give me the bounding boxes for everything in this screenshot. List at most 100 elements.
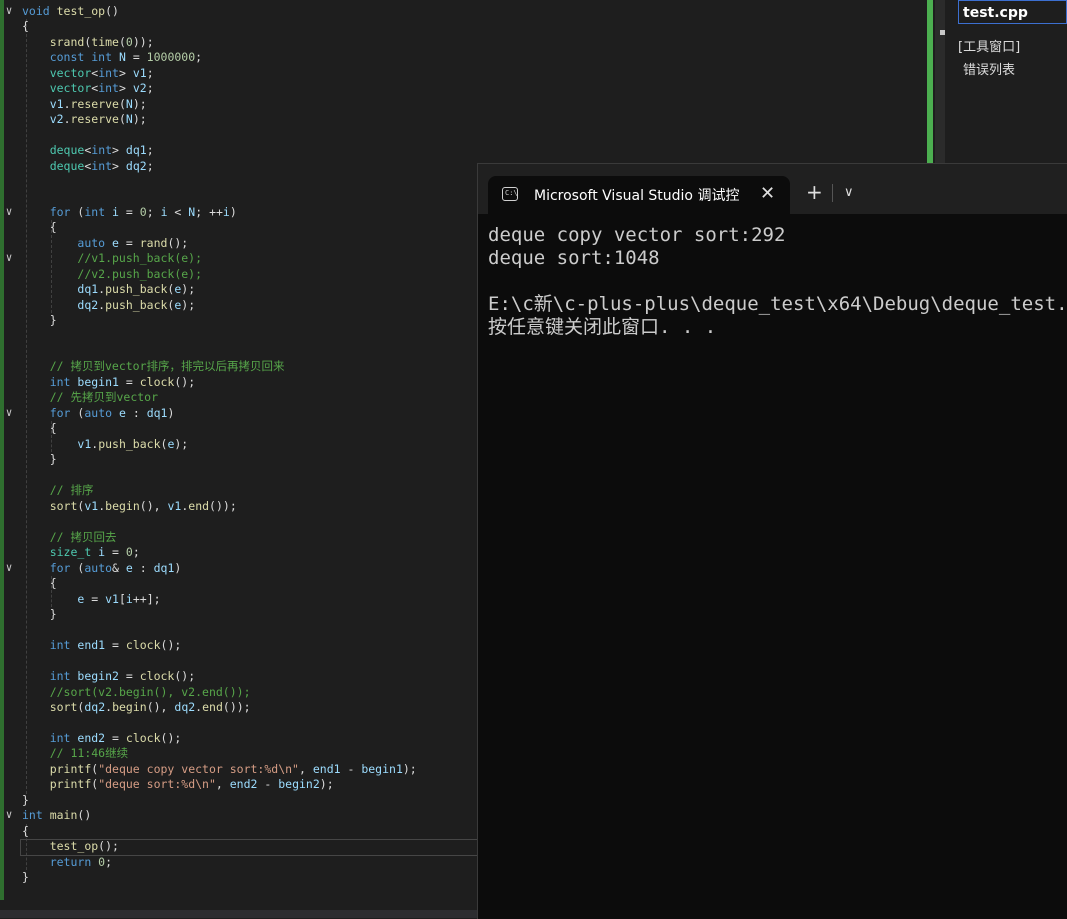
code-line[interactable]: sort(dq2.begin(), dq2.end()); xyxy=(22,700,251,715)
console-tab[interactable]: C:\ Microsoft Visual Studio 调试控 ✕ xyxy=(488,176,790,214)
code-line[interactable]: // 11:46继续 xyxy=(22,746,128,761)
code-token: } xyxy=(22,793,29,807)
code-line[interactable]: dq2.push_back(e); xyxy=(22,298,195,313)
code-token: end1 xyxy=(312,762,341,776)
code-token: . xyxy=(63,112,71,126)
code-token: test_op xyxy=(56,4,106,18)
code-line[interactable]: printf("deque copy vector sort:%d\n", en… xyxy=(22,762,417,777)
fold-toggle-icon[interactable]: ∨ xyxy=(3,407,15,419)
code-line[interactable]: sort(v1.begin(), v1.end()); xyxy=(22,499,237,514)
code-line[interactable]: } xyxy=(22,607,57,622)
code-line[interactable]: printf("deque sort:%d\n", end2 - begin2)… xyxy=(22,777,334,792)
code-token: size_t xyxy=(49,545,99,559)
debug-console-window[interactable]: C:\ Microsoft Visual Studio 调试控 ✕ + ∨ de… xyxy=(477,163,1067,919)
code-token: clock xyxy=(139,669,175,683)
code-line[interactable]: vector<int> v2; xyxy=(22,81,154,96)
code-token: - xyxy=(340,762,362,776)
code-token: push_back xyxy=(105,298,168,312)
tool-window-group-label: [工具窗口] xyxy=(958,40,1021,55)
code-line[interactable]: //v2.push_back(e); xyxy=(22,267,202,282)
code-token: (); xyxy=(160,731,182,745)
code-line[interactable]: //v1.push_back(e); xyxy=(22,251,202,266)
fold-toggle-icon[interactable]: ∨ xyxy=(3,206,15,218)
code-token: ); xyxy=(319,777,334,791)
code-line[interactable]: // 排序 xyxy=(22,483,94,498)
code-token: , xyxy=(215,777,230,791)
code-line[interactable]: // 拷贝到vector排序，排完以后再拷贝回来 xyxy=(22,359,285,374)
console-titlebar[interactable]: C:\ Microsoft Visual Studio 调试控 ✕ + ∨ xyxy=(478,164,1067,214)
vertical-scrollbar[interactable] xyxy=(935,0,945,165)
code-token: v2 xyxy=(49,112,64,126)
code-line[interactable]: for (int i = 0; i < N; ++i) xyxy=(22,205,237,220)
code-line[interactable]: for (auto e : dq1) xyxy=(22,406,175,421)
code-token: e xyxy=(112,236,119,250)
code-line[interactable]: } xyxy=(22,870,29,885)
code-line[interactable]: deque<int> dq1; xyxy=(22,143,154,158)
code-line[interactable]: { xyxy=(22,19,29,34)
code-line[interactable]: vector<int> v1; xyxy=(22,66,154,81)
new-tab-button[interactable]: + xyxy=(806,182,823,202)
fold-toggle-icon[interactable]: ∨ xyxy=(3,252,15,264)
code-line[interactable]: // 先拷贝到vector xyxy=(22,390,158,405)
code-token: deque xyxy=(49,143,85,157)
code-line[interactable]: //sort(v2.begin(), v2.end()); xyxy=(22,685,251,700)
code-line[interactable]: auto e = rand(); xyxy=(22,236,188,251)
fold-toggle-icon[interactable]: ∨ xyxy=(3,562,15,574)
code-token: } xyxy=(22,870,29,884)
code-line[interactable]: } xyxy=(22,793,29,808)
close-tab-icon[interactable]: ✕ xyxy=(760,183,775,204)
code-line[interactable]: e = v1[i++]; xyxy=(22,592,160,607)
code-token: dq1 xyxy=(146,406,168,420)
code-token: { xyxy=(22,576,57,590)
code-token: ; xyxy=(146,159,154,173)
chevron-down-icon[interactable]: ∨ xyxy=(844,184,854,202)
code-line[interactable]: for (auto& e : dq1) xyxy=(22,561,182,576)
code-token: ()); xyxy=(222,700,251,714)
code-token: dq2 xyxy=(84,700,106,714)
code-token: // 拷贝回去 xyxy=(49,530,117,544)
fold-toggle-icon[interactable]: ∨ xyxy=(3,5,15,17)
code-line[interactable]: { xyxy=(22,220,57,235)
code-line[interactable]: dq1.push_back(e); xyxy=(22,282,195,297)
code-line[interactable]: size_t i = 0; xyxy=(22,545,140,560)
code-line[interactable]: srand(time(0)); xyxy=(22,35,154,50)
code-token: auto xyxy=(84,561,113,575)
code-token: > xyxy=(118,81,133,95)
code-token: auto xyxy=(77,236,113,250)
code-line[interactable]: void test_op() xyxy=(22,4,119,19)
code-line[interactable]: { xyxy=(22,576,57,591)
code-line[interactable]: // 拷贝回去 xyxy=(22,530,117,545)
code-line[interactable]: deque<int> dq2; xyxy=(22,159,154,174)
code-line[interactable]: const int N = 1000000; xyxy=(22,50,202,65)
change-indicator-bar xyxy=(0,0,4,900)
code-line[interactable]: test_op(); xyxy=(22,839,119,854)
code-line[interactable]: { xyxy=(22,421,57,436)
code-line[interactable]: v1.push_back(e); xyxy=(22,437,188,452)
code-line[interactable]: return 0; xyxy=(22,855,112,870)
file-tab-test-cpp[interactable]: test.cpp xyxy=(958,0,1067,24)
code-line[interactable]: int end1 = clock(); xyxy=(22,638,182,653)
code-token: N xyxy=(125,112,133,126)
code-line[interactable]: v2.reserve(N); xyxy=(22,112,147,127)
code-line[interactable]: } xyxy=(22,452,57,467)
code-token: dq1 xyxy=(125,143,147,157)
code-line[interactable]: } xyxy=(22,313,57,328)
code-line[interactable]: { xyxy=(22,824,29,839)
code-token: i xyxy=(125,592,133,606)
code-line[interactable]: int end2 = clock(); xyxy=(22,731,182,746)
code-line[interactable]: int begin2 = clock(); xyxy=(22,669,195,684)
code-line[interactable]: int begin1 = clock(); xyxy=(22,375,195,390)
error-list-item[interactable]: 错误列表 xyxy=(963,59,1015,78)
code-token: //v2.push_back(e); xyxy=(77,267,203,281)
code-line[interactable]: int main() xyxy=(22,808,91,823)
code-line[interactable]: v1.reserve(N); xyxy=(22,97,147,112)
code-token: begin1 xyxy=(361,762,403,776)
code-token: int xyxy=(91,143,113,157)
fold-toggle-icon[interactable]: ∨ xyxy=(3,809,15,821)
